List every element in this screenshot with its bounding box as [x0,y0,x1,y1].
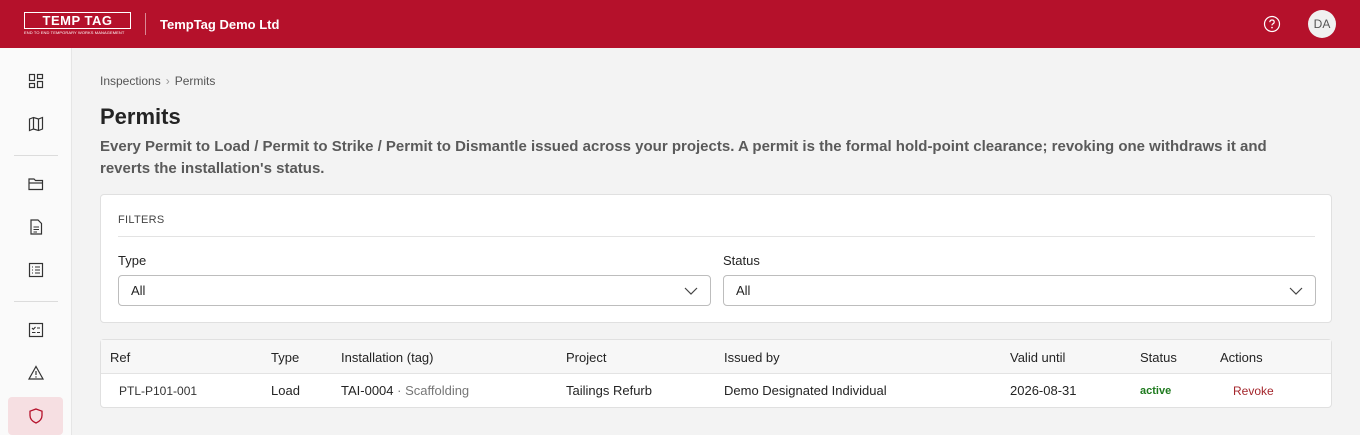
column-header-actions: Actions [1220,350,1263,365]
sidebar-separator [14,301,58,302]
column-header-installation[interactable]: Installation (tag) [341,350,434,365]
cell-ref: PTL-P101-001 [119,384,198,398]
top-bar: TEMP TAG END TO END TEMPORARY WORKS MANA… [0,0,1360,48]
map-icon [28,116,43,132]
filters-panel: FILTERS Type All Status All [100,194,1332,323]
revoke-button[interactable]: Revoke [1233,384,1274,398]
warning-icon [27,365,44,380]
status-filter-value: All [736,283,751,298]
header-divider [145,13,146,35]
sidebar [0,48,72,435]
checklist-icon [28,322,43,338]
sidebar-item-alerts[interactable] [8,354,63,392]
page-title: Permits [100,104,181,129]
type-filter-value: All [131,283,146,298]
breadcrumb: Inspections › Permits [100,74,215,88]
sidebar-item-projects[interactable] [8,165,63,203]
column-header-status[interactable]: Status [1140,350,1177,365]
status-badge: active [1140,385,1172,397]
sidebar-separator [14,155,58,156]
chevron-down-icon [684,287,698,295]
chevron-down-icon [1289,287,1303,295]
logo-wordmark: TEMP TAG [24,12,131,29]
column-header-ref[interactable]: Ref [110,350,130,365]
dashboard-icon [28,73,43,89]
folder-icon [27,178,43,191]
sidebar-item-documents[interactable] [8,208,63,246]
installation-separator: · [393,383,406,398]
sidebar-item-register[interactable] [8,251,63,289]
status-filter-select[interactable]: All [723,275,1316,306]
installation-kind: Scaffolding [405,383,470,398]
cell-project: Tailings Refurb [566,383,652,398]
column-header-issued-by[interactable]: Issued by [724,350,780,365]
page-subtitle: Every Permit to Load / Permit to Strike … [100,138,1267,177]
logo-tagline: END TO END TEMPORARY WORKS MANAGEMENT [24,30,125,35]
temptag-logo[interactable]: TEMP TAG END TO END TEMPORARY WORKS MANA… [24,12,131,36]
sidebar-item-dashboard[interactable] [8,62,63,100]
list-icon [28,262,43,278]
breadcrumb-inspections[interactable]: Inspections [100,74,161,88]
breadcrumb-permits: Permits [174,74,216,88]
type-filter-select[interactable]: All [118,275,711,306]
cell-installation: TAI-0004 · Scaffolding [341,383,469,398]
permits-table: Ref Type Installation (tag) Project Issu… [100,339,1332,408]
column-header-valid-until[interactable]: Valid until [1010,350,1065,365]
column-header-project[interactable]: Project [566,350,606,365]
organization-name[interactable]: TempTag Demo Ltd [160,17,279,32]
breadcrumb-separator: › [165,74,170,88]
column-header-type[interactable]: Type [271,350,299,365]
status-filter-label: Status [723,253,760,268]
filters-title: FILTERS [118,214,165,226]
document-icon [29,219,42,235]
filters-divider [118,236,1315,237]
cell-type: Load [271,383,300,398]
shield-icon [28,408,43,424]
sidebar-item-permits[interactable] [8,397,63,435]
user-avatar[interactable]: DA [1308,10,1336,38]
sidebar-item-map[interactable] [8,105,63,143]
installation-tag: TAI-0004 [341,383,394,398]
cell-issued-by: Demo Designated Individual [724,383,887,398]
cell-valid-until: 2026-08-31 [1010,383,1077,398]
sidebar-item-inspections[interactable] [8,311,63,349]
help-icon[interactable] [1263,15,1281,33]
type-filter-label: Type [118,253,147,268]
